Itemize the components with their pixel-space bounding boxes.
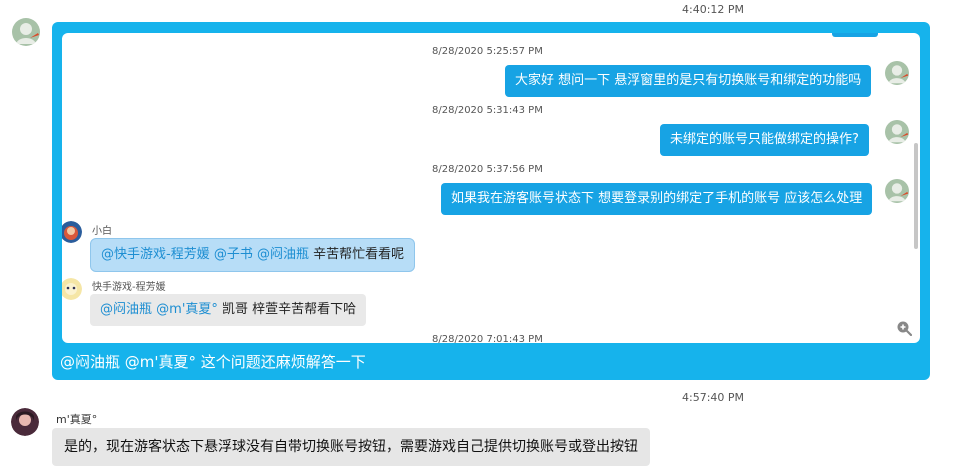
message-bubble[interactable]: 大家好 想问一下 悬浮窗里的是只有切换账号和绑定的功能吗 bbox=[505, 65, 872, 97]
my-avatar[interactable] bbox=[885, 61, 909, 85]
timestamp: 4:57:40 PM bbox=[682, 391, 745, 404]
my-avatar[interactable] bbox=[885, 179, 909, 203]
quoted-conversation[interactable]: 8/28/2020 5:25:57 PM 大家好 想问一下 悬浮窗里的是只有切换… bbox=[62, 33, 920, 343]
timestamp: 4:40:12 PM bbox=[682, 3, 745, 16]
mention[interactable]: @m'真夏° bbox=[156, 302, 218, 317]
message-timestamp: 8/28/2020 5:25:57 PM bbox=[432, 46, 543, 57]
avatar-image bbox=[12, 18, 40, 46]
avatar-image bbox=[62, 278, 82, 300]
scrollbar-thumb[interactable] bbox=[914, 143, 918, 249]
xiaobai-avatar[interactable] bbox=[62, 221, 82, 243]
avatar-image bbox=[885, 179, 909, 203]
message-bubble[interactable]: 如果我在游客账号状态下 想要登录别的绑定了手机的账号 应该怎么处理 bbox=[441, 183, 873, 215]
message-timestamp: 8/28/2020 7:01:43 PM bbox=[432, 334, 543, 343]
message-bubble[interactable]: 未绑定的账号只能做绑定的操作? bbox=[660, 124, 869, 156]
quoted-message-card[interactable]: 8/28/2020 5:25:57 PM 大家好 想问一下 悬浮窗里的是只有切换… bbox=[52, 22, 930, 380]
zoom-in-icon[interactable] bbox=[896, 320, 913, 337]
avatar-image bbox=[11, 408, 39, 436]
sender-name: m'真夏° bbox=[56, 413, 98, 426]
message-timestamp: 8/28/2020 5:31:43 PM bbox=[432, 105, 543, 116]
message-text: 凯哥 梓萱辛苦帮看下哈 bbox=[222, 302, 357, 317]
avatar-image bbox=[62, 221, 82, 243]
sender-name: 快手游戏-程芳媛 bbox=[92, 282, 166, 293]
quote-footer-text: @闷油瓶 @m'真夏° 这个问题还麻烦解答一下 bbox=[60, 353, 366, 371]
mention[interactable]: @子书 bbox=[214, 247, 253, 262]
sender-avatar[interactable] bbox=[11, 408, 39, 436]
mention[interactable]: @快手游戏-程芳媛 bbox=[101, 247, 210, 262]
partial-bubble bbox=[832, 33, 878, 37]
message-bubble[interactable]: @快手游戏-程芳媛 @子书 @闷油瓶 辛苦帮忙看看呢 bbox=[90, 238, 416, 272]
my-avatar[interactable] bbox=[12, 18, 40, 46]
kuaishou-avatar[interactable] bbox=[62, 278, 82, 300]
message-bubble[interactable]: @闷油瓶 @m'真夏° 凯哥 梓萱辛苦帮看下哈 bbox=[90, 294, 367, 326]
my-avatar[interactable] bbox=[885, 120, 909, 144]
message-bubble[interactable]: 是的，现在游客状态下悬浮球没有自带切换账号按钮，需要游戏自己提供切换账号或登出按… bbox=[52, 428, 650, 466]
avatar-image bbox=[885, 61, 909, 85]
message-text: 辛苦帮忙看看呢 bbox=[313, 247, 405, 262]
sender-name: 小白 bbox=[92, 226, 112, 237]
avatar-image bbox=[885, 120, 909, 144]
message-timestamp: 8/28/2020 5:37:56 PM bbox=[432, 164, 543, 175]
mention[interactable]: @闷油瓶 bbox=[100, 302, 152, 317]
mention[interactable]: @闷油瓶 bbox=[257, 247, 309, 262]
